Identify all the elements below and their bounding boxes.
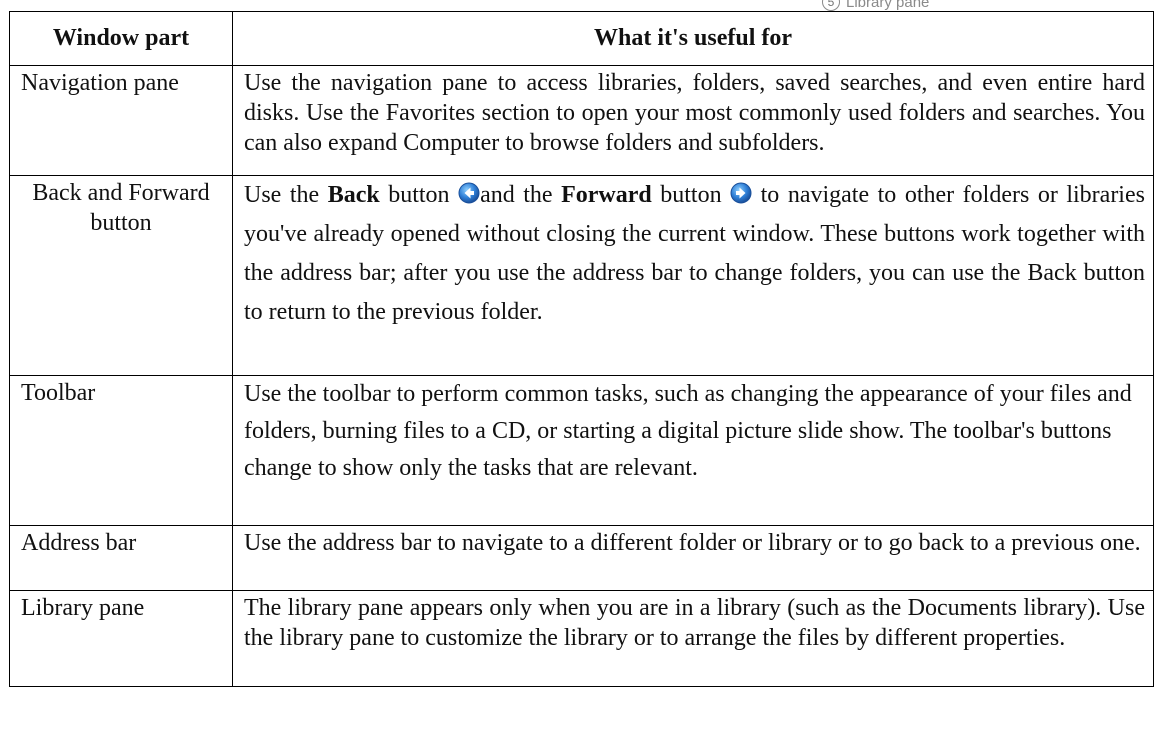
header-window-part: Window part — [9, 11, 233, 66]
row-desc-navigation-pane: Use the navigation pane to access librar… — [232, 65, 1154, 176]
callout-number-badge: 5 — [822, 0, 840, 11]
back-arrow-icon — [458, 182, 480, 204]
desc-text: and the — [480, 182, 562, 208]
desc-text: button — [651, 182, 731, 208]
table-row: Address bar Use the address bar to navig… — [9, 525, 1154, 591]
row-part-navigation-pane: Navigation pane — [9, 65, 233, 176]
header-useful-for: What it's useful for — [232, 11, 1154, 66]
table-row: Toolbar Use the toolbar to perform commo… — [9, 375, 1154, 526]
back-button-label: Back — [327, 182, 380, 208]
forward-arrow-icon — [730, 182, 752, 204]
row-desc-toolbar: Use the toolbar to perform common tasks,… — [232, 375, 1154, 526]
callout-label: Library pane — [846, 0, 930, 11]
row-part-address-bar: Address bar — [9, 525, 233, 591]
row-part-toolbar: Toolbar — [9, 375, 233, 526]
desc-text: button — [379, 182, 459, 208]
row-part-back-forward: Back and Forward button — [9, 175, 233, 376]
table-header-row: Window part What it's useful for — [9, 11, 1154, 66]
window-parts-table: Window part What it's useful for Navigat… — [9, 11, 1154, 687]
row-desc-back-forward: Use the Back button and the Forward butt… — [232, 175, 1154, 376]
table-row: Navigation pane Use the navigation pane … — [9, 65, 1154, 176]
forward-button-label: Forward — [561, 182, 652, 208]
table-row: Back and Forward button Use the Back but… — [9, 175, 1154, 376]
row-desc-address-bar: Use the address bar to navigate to a dif… — [232, 525, 1154, 591]
desc-text: Use the — [244, 182, 328, 208]
row-desc-library-pane: The library pane appears only when you a… — [232, 590, 1154, 687]
table-row: Library pane The library pane appears on… — [9, 590, 1154, 687]
row-part-library-pane: Library pane — [9, 590, 233, 687]
